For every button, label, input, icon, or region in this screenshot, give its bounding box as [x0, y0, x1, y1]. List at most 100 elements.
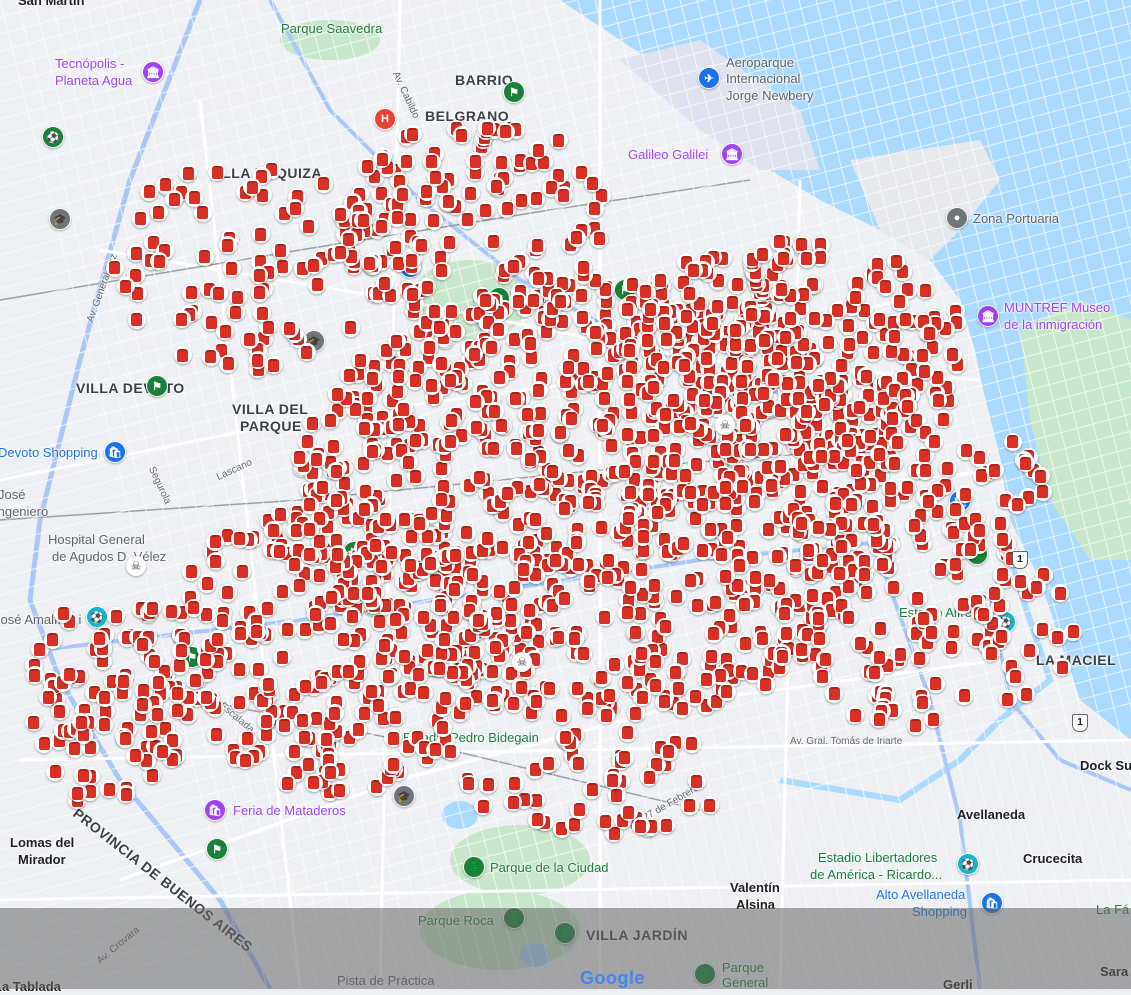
shopping-bag-marker-icon[interactable] [312, 673, 331, 692]
shopping-bag-marker-icon[interactable] [230, 660, 249, 679]
shopping-bag-marker-icon[interactable] [815, 395, 834, 414]
shopping-bag-marker-icon[interactable] [681, 483, 700, 502]
shopping-bag-marker-icon[interactable] [387, 332, 406, 351]
shopping-bag-marker-icon[interactable] [432, 261, 451, 280]
shopping-bag-marker-icon[interactable] [819, 333, 838, 352]
shopping-bag-marker-icon[interactable] [422, 152, 441, 171]
map-label[interactable]: LA MACIEL [1036, 652, 1116, 668]
shopping-bag-marker-icon[interactable] [406, 371, 425, 390]
shopping-bag-marker-icon[interactable] [466, 392, 485, 411]
map-label[interactable]: Valentín [730, 880, 780, 896]
shopping-bag-marker-icon[interactable] [648, 503, 667, 522]
shopping-bag-marker-icon[interactable] [384, 755, 403, 774]
shopping-bag-marker-icon[interactable] [386, 708, 405, 727]
shopping-bag-marker-icon[interactable] [700, 796, 719, 815]
shopping-bag-marker-icon[interactable] [890, 292, 909, 311]
shopping-bag-marker-icon[interactable] [484, 439, 503, 458]
skull-marker-icon[interactable]: ☠ [126, 556, 146, 576]
shopping-bag-marker-icon[interactable] [908, 589, 927, 608]
shopping-bag-marker-icon[interactable] [375, 636, 394, 655]
shopping-bag-marker-icon[interactable] [360, 254, 379, 273]
shopping-bag-marker-icon[interactable] [697, 349, 716, 368]
map-label[interactable]: José [0, 487, 25, 503]
shopping-bag-marker-icon[interactable] [555, 589, 574, 608]
shopping-bag-marker-icon[interactable] [764, 370, 783, 389]
shopping-bag-marker-icon[interactable] [555, 499, 574, 518]
shopping-bag-marker-icon[interactable] [314, 174, 333, 193]
shopping-bag-marker-icon[interactable] [881, 479, 900, 498]
shopping-bag-marker-icon[interactable] [290, 576, 309, 595]
shopping-bag-marker-icon[interactable] [579, 372, 598, 391]
shopping-bag-marker-icon[interactable] [300, 545, 319, 564]
shopping-bag-marker-icon[interactable] [1006, 667, 1025, 686]
shopping-bag-marker-icon[interactable] [195, 247, 214, 266]
shopping-bag-marker-icon[interactable] [717, 682, 736, 701]
shopping-bag-marker-icon[interactable] [644, 452, 663, 471]
shopping-bag-marker-icon[interactable] [618, 425, 637, 444]
shopping-bag-marker-icon[interactable] [185, 188, 204, 207]
shopping-bag-marker-icon[interactable] [366, 536, 385, 555]
shopping-bag-marker-icon[interactable] [339, 662, 358, 681]
map-label[interactable]: Dock Sud [1080, 758, 1131, 774]
poi-icon[interactable]: ⚽ [957, 853, 979, 875]
shopping-bag-marker-icon[interactable] [168, 684, 187, 703]
map-label[interactable]: VILLA DEVOTO [76, 380, 185, 396]
map-label[interactable]: Aeroparque [726, 55, 794, 71]
shopping-bag-marker-icon[interactable] [583, 174, 602, 193]
shopping-bag-marker-icon[interactable] [116, 277, 135, 296]
shopping-bag-marker-icon[interactable] [95, 715, 114, 734]
shopping-bag-marker-icon[interactable] [619, 509, 638, 528]
shopping-bag-marker-icon[interactable] [213, 611, 232, 630]
shopping-bag-marker-icon[interactable] [306, 605, 325, 624]
shopping-bag-marker-icon[interactable] [168, 701, 187, 720]
shopping-bag-marker-icon[interactable] [626, 704, 645, 723]
shopping-bag-marker-icon[interactable] [865, 663, 884, 682]
shopping-bag-marker-icon[interactable] [528, 810, 547, 829]
poi-icon[interactable]: ⚽ [42, 126, 64, 148]
shopping-bag-marker-icon[interactable] [644, 426, 663, 445]
shopping-bag-marker-icon[interactable] [290, 448, 309, 467]
map-label[interactable]: MUNTREF Museo [1004, 300, 1110, 316]
map-label[interactable]: Ingeniero [0, 504, 48, 520]
shopping-bag-marker-icon[interactable] [331, 205, 350, 224]
shopping-bag-marker-icon[interactable] [684, 261, 703, 280]
shopping-bag-marker-icon[interactable] [528, 236, 547, 255]
shopping-bag-marker-icon[interactable] [825, 684, 844, 703]
shopping-bag-marker-icon[interactable] [432, 490, 450, 509]
shopping-bag-marker-icon[interactable] [184, 598, 203, 617]
shopping-bag-marker-icon[interactable] [632, 644, 651, 663]
shopping-bag-marker-icon[interactable] [768, 349, 787, 368]
shopping-bag-marker-icon[interactable] [697, 670, 716, 689]
shopping-bag-marker-icon[interactable] [618, 723, 637, 742]
shopping-bag-marker-icon[interactable] [349, 720, 368, 739]
shopping-bag-marker-icon[interactable] [926, 674, 945, 693]
shopping-bag-marker-icon[interactable] [704, 624, 723, 643]
shopping-bag-marker-icon[interactable] [708, 297, 727, 316]
shopping-bag-marker-icon[interactable] [133, 635, 152, 654]
shopping-bag-marker-icon[interactable] [568, 679, 587, 698]
shopping-bag-marker-icon[interactable] [228, 288, 247, 307]
shopping-bag-marker-icon[interactable] [618, 300, 637, 319]
shopping-bag-marker-icon[interactable] [615, 748, 634, 767]
map-label[interactable]: Parque de la Ciudad [490, 860, 609, 876]
shopping-bag-marker-icon[interactable] [489, 320, 508, 339]
shopping-bag-marker-icon[interactable] [331, 243, 350, 262]
shopping-bag-marker-icon[interactable] [127, 310, 146, 329]
shopping-bag-marker-icon[interactable] [830, 564, 849, 583]
shopping-bag-marker-icon[interactable] [470, 468, 489, 487]
shopping-bag-marker-icon[interactable] [985, 461, 1004, 480]
shopping-bag-marker-icon[interactable] [505, 774, 524, 793]
shopping-bag-marker-icon[interactable] [753, 629, 772, 648]
shopping-bag-marker-icon[interactable] [712, 545, 731, 564]
shopping-bag-marker-icon[interactable] [286, 199, 305, 218]
shopping-bag-marker-icon[interactable] [805, 309, 824, 328]
shopping-bag-marker-icon[interactable] [746, 568, 765, 587]
shopping-bag-marker-icon[interactable] [701, 520, 720, 539]
map-label[interactable]: de América - Ricardo... [810, 867, 942, 883]
shopping-bag-marker-icon[interactable] [946, 555, 965, 574]
shopping-bag-marker-icon[interactable] [463, 565, 482, 584]
shopping-bag-marker-icon[interactable] [745, 492, 764, 511]
shopping-bag-marker-icon[interactable] [855, 565, 874, 584]
shopping-bag-marker-icon[interactable] [529, 269, 548, 288]
shopping-bag-marker-icon[interactable] [992, 627, 1011, 646]
